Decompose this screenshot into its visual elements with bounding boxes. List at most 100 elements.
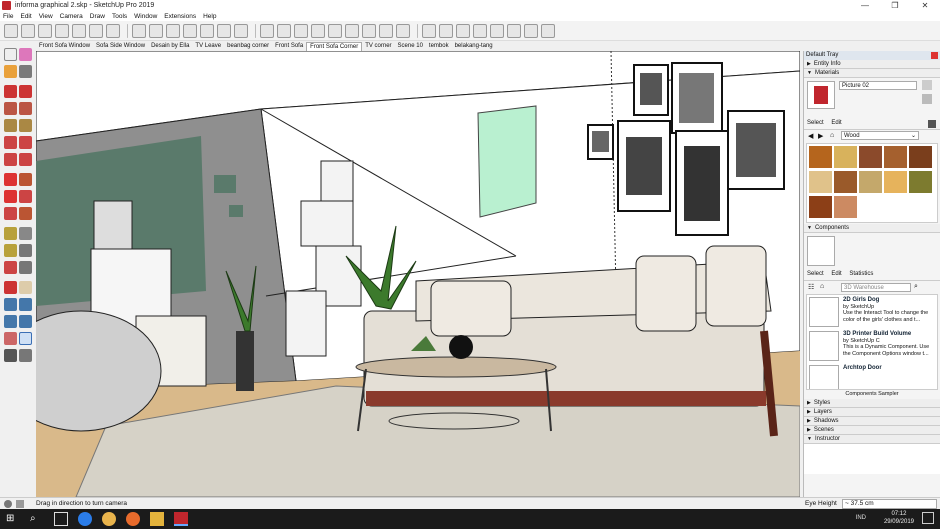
rotated-rectangle-icon[interactable] [19, 102, 32, 115]
freehand-icon[interactable] [19, 85, 32, 98]
move-icon[interactable] [4, 173, 17, 186]
materials-select-tab[interactable]: Select [807, 120, 824, 126]
material-swatch[interactable] [884, 171, 907, 193]
measurement-box[interactable]: ~ 37.5 cm [842, 499, 937, 509]
scene-tab[interactable]: Front Sofa Window [36, 42, 93, 51]
two-point-arc-icon[interactable] [19, 136, 32, 149]
material-swatch[interactable] [859, 146, 882, 168]
system-clock[interactable]: 07:12 29/09/2019 [884, 510, 914, 526]
3d-text-icon[interactable] [19, 261, 32, 274]
components-select-tab[interactable]: Select [807, 271, 824, 277]
pie-icon[interactable] [19, 153, 32, 166]
section-plane-icon[interactable] [260, 23, 274, 38]
language-indicator[interactable]: IND [856, 515, 866, 521]
solid-split-icon[interactable] [396, 23, 410, 38]
components-section[interactable]: ▼ Components [804, 224, 940, 233]
axes-icon[interactable] [4, 261, 17, 274]
components-edit-tab[interactable]: Edit [831, 271, 841, 277]
right-view-icon[interactable] [72, 23, 86, 38]
extension-warehouse-icon[interactable] [439, 23, 453, 38]
material-swatch[interactable] [909, 146, 932, 168]
rotate-icon[interactable] [4, 190, 17, 203]
library-select[interactable]: Wood ⌄ [841, 131, 919, 140]
home-icon[interactable]: ⌂ [820, 283, 824, 290]
components-statistics-tab[interactable]: Statistics [849, 271, 873, 277]
search-icon[interactable]: ⌕ [30, 512, 44, 526]
menu-draw[interactable]: Draw [90, 13, 105, 20]
menu-tools[interactable]: Tools [112, 13, 127, 20]
hidden-line-icon[interactable] [183, 23, 197, 38]
position-camera-icon[interactable] [4, 332, 17, 345]
solid-subtract-icon[interactable] [362, 23, 376, 38]
display-section-icon[interactable] [277, 23, 291, 38]
scene-tab[interactable]: tembok [426, 42, 452, 51]
get-models-icon[interactable] [4, 23, 18, 38]
tray-close-icon[interactable] [931, 52, 938, 59]
menu-edit[interactable]: Edit [20, 13, 31, 20]
shadows-icon[interactable] [490, 23, 504, 38]
forward-arrow-icon[interactable]: ▶ [818, 132, 823, 140]
minimize-button[interactable]: — [850, 0, 880, 11]
protractor-icon[interactable] [4, 244, 17, 257]
solid-union-icon[interactable] [345, 23, 359, 38]
material-name-field[interactable]: Picture 02 [839, 81, 917, 90]
back-edges-icon[interactable] [149, 23, 163, 38]
soften-icon[interactable] [541, 23, 555, 38]
material-swatch[interactable] [909, 171, 932, 193]
material-swatch[interactable] [834, 146, 857, 168]
three-point-arc-icon[interactable] [4, 153, 17, 166]
instructor-section[interactable]: ▼ Instructor [804, 435, 940, 444]
shadows-section[interactable]: ▶ Shadows [804, 417, 940, 426]
list-item[interactable]: 3D Printer Build Volume by SketchUp C Th… [809, 331, 937, 361]
wireframe-icon[interactable] [166, 23, 180, 38]
materials-section[interactable]: ▼ Materials [804, 69, 940, 78]
credits-icon[interactable] [16, 500, 24, 508]
match-photo-icon[interactable] [524, 23, 538, 38]
walk-icon[interactable] [4, 349, 17, 362]
warehouse-icon[interactable] [422, 23, 436, 38]
push-pull-icon[interactable] [19, 173, 32, 186]
left-view-icon[interactable] [106, 23, 120, 38]
menu-window[interactable]: Window [134, 13, 157, 20]
material-swatch[interactable] [809, 171, 832, 193]
previous-view-icon[interactable] [19, 315, 32, 328]
line-icon[interactable] [4, 85, 17, 98]
menu-camera[interactable]: Camera [60, 13, 83, 20]
home-icon[interactable]: ⌂ [830, 132, 834, 139]
xray-icon[interactable] [132, 23, 146, 38]
menu-extensions[interactable]: Extensions [164, 13, 196, 20]
maximize-button[interactable]: ❐ [880, 0, 910, 11]
select-icon[interactable] [4, 48, 17, 61]
close-button[interactable]: ✕ [910, 0, 940, 11]
material-swatch[interactable] [884, 146, 907, 168]
edge-browser-icon[interactable] [78, 512, 92, 526]
material-swatch[interactable] [859, 171, 882, 193]
notification-icon[interactable] [922, 512, 934, 524]
eraser-icon[interactable] [19, 48, 32, 61]
components-footer[interactable]: Components Sampler [804, 390, 940, 399]
styles-section[interactable]: ▶ Styles [804, 399, 940, 408]
orbit-icon[interactable] [4, 281, 17, 294]
zoom-window-icon[interactable] [19, 298, 32, 311]
task-view-icon[interactable] [54, 512, 68, 526]
layout-icon[interactable] [456, 23, 470, 38]
menu-file[interactable]: File [3, 13, 13, 20]
front-view-icon[interactable] [55, 23, 69, 38]
text-icon[interactable] [19, 244, 32, 257]
section-cuts-icon[interactable] [294, 23, 308, 38]
shaded-textures-icon[interactable] [217, 23, 231, 38]
scene-tab[interactable]: beanbag corner [224, 42, 272, 51]
material-swatch[interactable] [834, 171, 857, 193]
model-viewport[interactable] [36, 51, 800, 497]
scene-tab[interactable]: Sofa Side Window [93, 42, 148, 51]
scale-icon[interactable] [4, 207, 17, 220]
sample-paint-icon[interactable] [928, 120, 936, 128]
solid-intersect-icon[interactable] [328, 23, 342, 38]
list-item[interactable]: Archtop Door [809, 365, 937, 389]
zoom-extents-icon[interactable] [4, 315, 17, 328]
components-search-input[interactable]: 3D Warehouse [841, 283, 911, 292]
circle-icon[interactable] [4, 119, 17, 132]
search-icon[interactable]: ⌕ [914, 283, 918, 291]
top-view-icon[interactable] [38, 23, 52, 38]
zoom-icon[interactable] [4, 298, 17, 311]
